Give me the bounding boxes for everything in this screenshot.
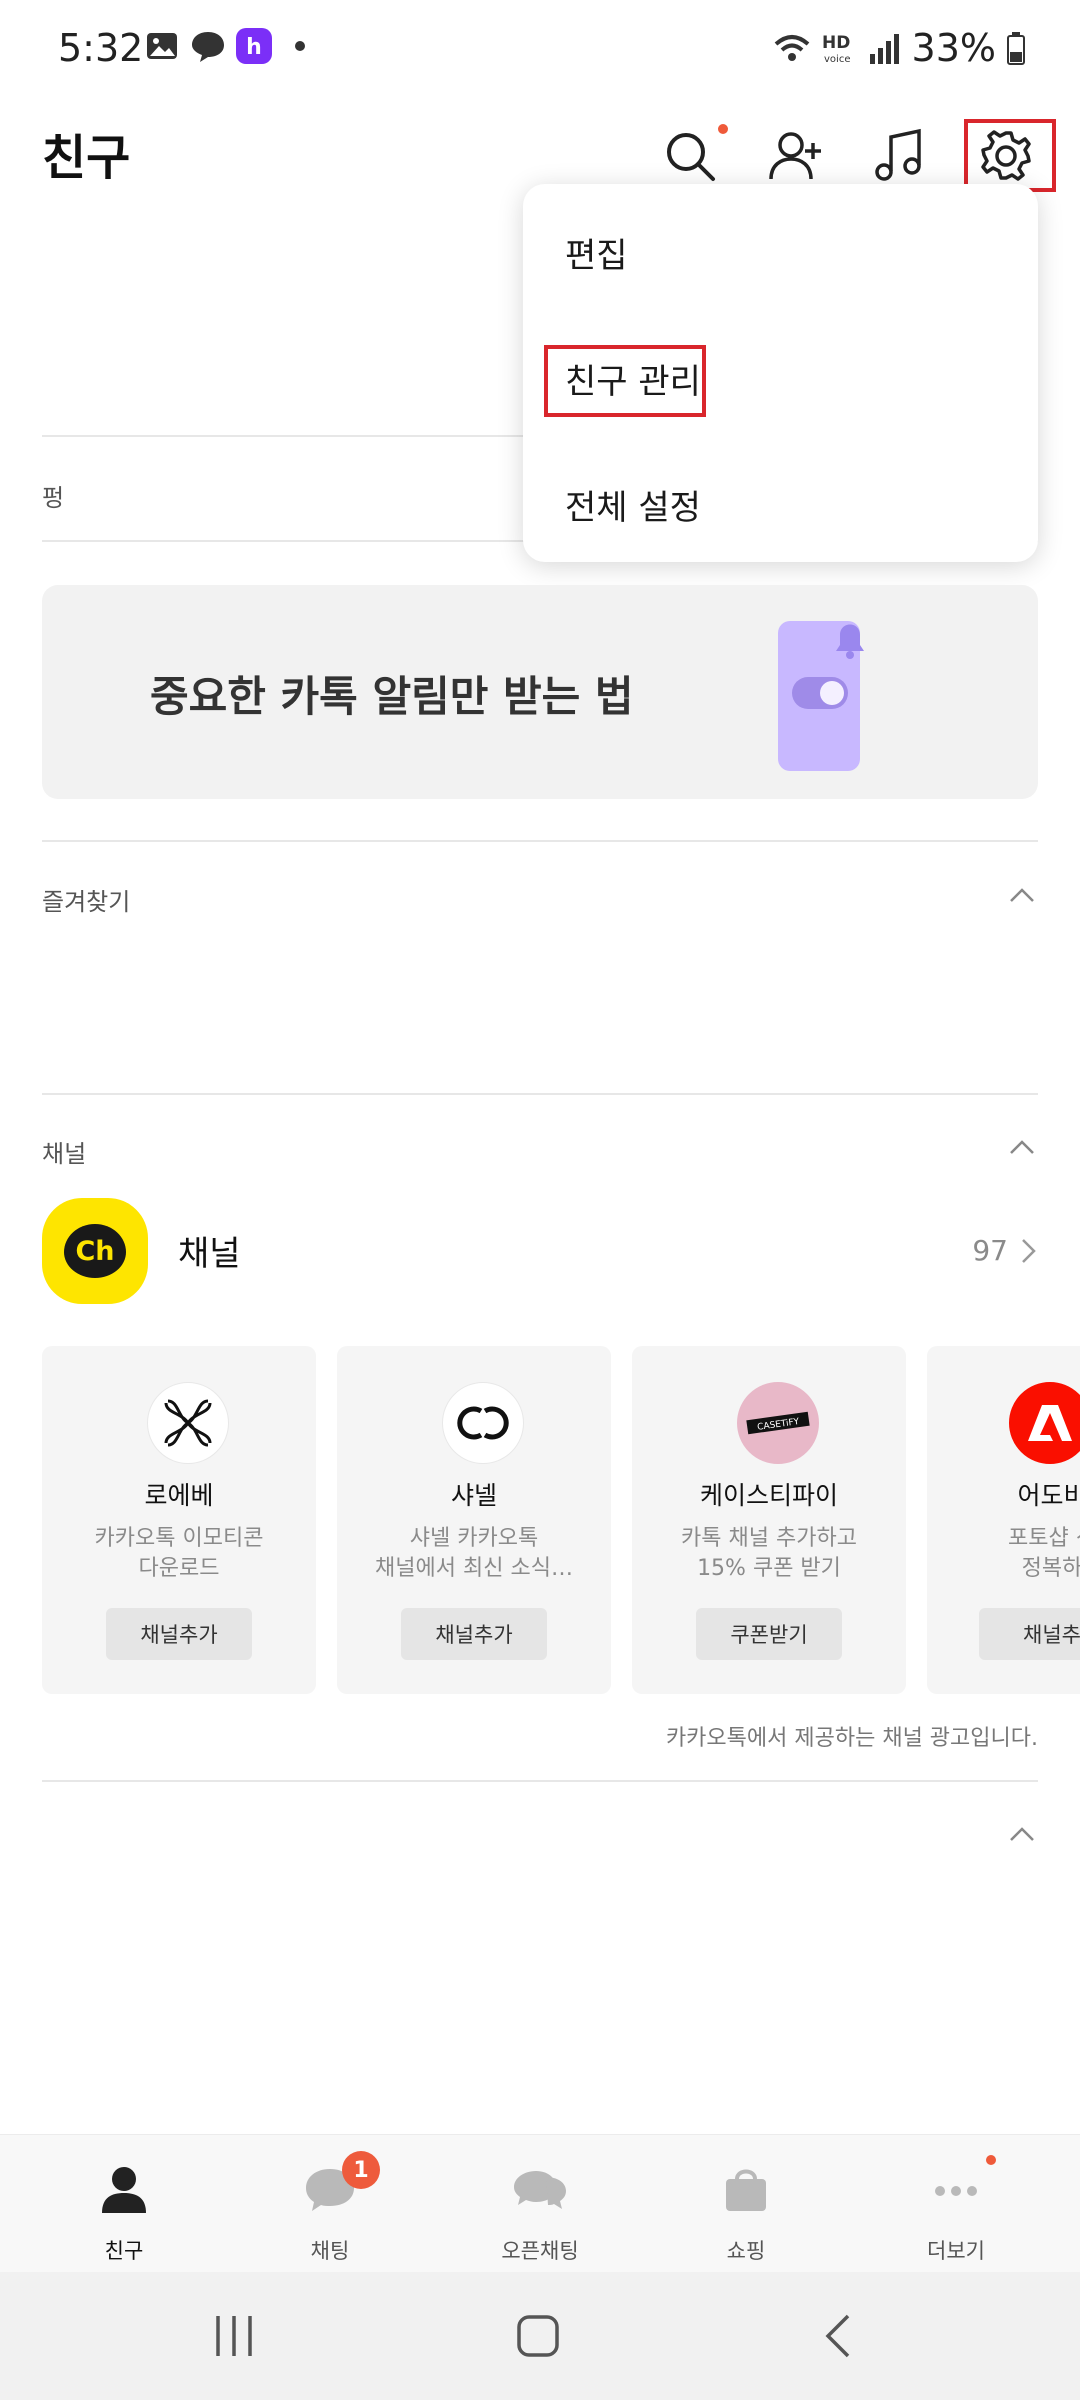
card-desc-line2: 채널에서 최신 소식…: [375, 1556, 573, 1581]
music-button[interactable]: [864, 120, 936, 192]
profile-section-label: 펑: [42, 484, 65, 512]
banner-text: 중요한 카톡 알림만 받는 법: [150, 672, 634, 721]
add-channel-button[interactable]: 채널추가: [106, 1608, 252, 1660]
settings-highlight-box: [964, 119, 1056, 192]
divider: [42, 840, 1038, 842]
chat-unread-badge: 1: [342, 2151, 380, 2189]
loewe-logo-icon: [147, 1382, 229, 1464]
notification-icons: h: [144, 28, 318, 64]
search-button[interactable]: [654, 120, 728, 192]
card-name: 어도비: [1017, 1481, 1080, 1510]
divider: [42, 1093, 1038, 1095]
add-channel-button[interactable]: 채널추: [979, 1608, 1080, 1660]
casetify-logo-icon: CASETiFY: [737, 1382, 819, 1464]
card-desc-line2: 정복하: [1021, 1556, 1080, 1581]
shopping-bag-icon: [726, 2169, 766, 2211]
channel-ad-note: 카카오톡에서 제공하는 채널 광고입니다.: [665, 1726, 1038, 1751]
channel-ad-cards: 로에베 카카오톡 이모티콘다운로드 채널추가 샤넬 샤넬 카카오톡채널에서 최신…: [42, 1346, 1080, 1696]
channel-card[interactable]: CASETiFY 케이스티파이 카톡 채널 추가하고 15% 쿠폰 받기 쿠폰받기: [632, 1346, 906, 1694]
card-name: 케이스티파이: [699, 1481, 838, 1510]
home-icon[interactable]: [508, 2310, 568, 2362]
promo-banner[interactable]: 중요한 카톡 알림만 받는 법: [42, 585, 1038, 799]
channel-chevron-right-icon[interactable]: [1020, 1237, 1038, 1265]
adobe-logo-icon: [1009, 1382, 1080, 1464]
wifi-icon: [774, 35, 809, 61]
tab-more[interactable]: 더보기: [876, 2151, 1036, 2271]
chanel-logo-icon: [442, 1382, 524, 1464]
tab-shopping[interactable]: 쇼핑: [666, 2151, 826, 2271]
channel-logo-text: Ch: [64, 1224, 126, 1278]
card-name: 로에베: [144, 1481, 214, 1510]
channel-logo[interactable]: Ch: [42, 1198, 148, 1304]
battery-icon: [1007, 32, 1025, 65]
card-desc-line2: 다운로드: [138, 1556, 220, 1581]
channels-collapse-chevron-icon[interactable]: [1009, 1139, 1035, 1155]
chat-app-icon: [192, 32, 224, 62]
more-notification-dot: [986, 2155, 996, 2165]
search-notification-dot: [718, 124, 728, 134]
battery-percent: 33%: [911, 26, 996, 70]
svg-text:h: h: [246, 35, 262, 60]
channels-section-label: 채널: [42, 1140, 87, 1168]
section-collapse-chevron-icon[interactable]: [1009, 1826, 1035, 1842]
page-title: 친구: [42, 130, 131, 186]
card-desc-line1: 카카오톡 이모티콘: [94, 1526, 264, 1551]
recent-apps-icon[interactable]: [204, 2310, 264, 2362]
tab-open-chat[interactable]: 오픈채팅: [460, 2151, 620, 2271]
card-description: 샤넬 카카오톡채널에서 최신 소식…: [353, 1524, 595, 1584]
person-icon: [102, 2167, 146, 2213]
tab-chats[interactable]: 1 채팅: [250, 2151, 410, 2271]
tab-label: 더보기: [927, 2239, 985, 2263]
menu-item-all-settings[interactable]: 전체 설정: [565, 480, 701, 529]
channel-card[interactable]: 로에베 카카오톡 이모티콘다운로드 채널추가: [42, 1346, 316, 1694]
tab-friends[interactable]: 친구: [44, 2151, 204, 2271]
tab-label: 쇼핑: [726, 2239, 766, 2263]
signal-icon: [869, 34, 899, 64]
back-icon[interactable]: [810, 2310, 870, 2362]
hello-app-icon: h: [236, 28, 272, 64]
svg-text:HD: HD: [822, 33, 850, 53]
hd-voice-icon: HDvoice: [822, 33, 850, 65]
status-right-group: HD voice 33%: [772, 26, 1026, 70]
manage-friends-highlight-box: [544, 345, 706, 417]
search-icon: [667, 133, 715, 181]
music-icon: [875, 128, 921, 181]
channel-card[interactable]: 어도비 포토샵 신정복하 채널추: [927, 1346, 1080, 1694]
status-time: 5:32: [58, 26, 144, 70]
gallery-icon: [147, 33, 177, 59]
add-channel-button[interactable]: 채널추가: [401, 1608, 547, 1660]
open-chat-icon: [514, 2171, 566, 2209]
tab-label: 오픈채팅: [501, 2239, 579, 2263]
more-dots-icon: [935, 2186, 977, 2196]
card-desc-line2: 15% 쿠폰 받기: [697, 1556, 841, 1581]
card-description: 카톡 채널 추가하고 15% 쿠폰 받기: [648, 1524, 890, 1584]
tab-label: 채팅: [310, 2239, 350, 2263]
system-navigation-bar: [0, 2272, 1080, 2400]
phone-toggle-illustration: [778, 621, 864, 771]
tab-label: 친구: [104, 2239, 144, 2263]
favorites-collapse-chevron-icon[interactable]: [1009, 887, 1035, 903]
svg-text:voice: voice: [824, 54, 850, 65]
channel-row-name[interactable]: 채널: [178, 1226, 241, 1275]
card-desc-line1: 카톡 채널 추가하고: [681, 1526, 857, 1551]
channel-card[interactable]: 샤넬 샤넬 카카오톡채널에서 최신 소식… 채널추가: [337, 1346, 611, 1694]
bottom-tab-bar: 친구 1 채팅 오픈채팅 쇼핑 더보기: [0, 2134, 1080, 2272]
card-desc-line1: 포토샵 신: [1008, 1526, 1080, 1551]
get-coupon-button[interactable]: 쿠폰받기: [696, 1608, 842, 1660]
card-desc-line1: 샤넬 카카오톡: [409, 1526, 539, 1551]
more-notifications-dot-icon: [295, 41, 305, 51]
add-friend-icon: [769, 132, 821, 180]
divider: [42, 1780, 1038, 1782]
card-description: 포토샵 신정복하: [931, 1524, 1080, 1584]
channel-count[interactable]: 97: [972, 1234, 1008, 1267]
favorites-section-label: 즐겨찾기: [42, 888, 131, 916]
add-friend-button[interactable]: [760, 120, 832, 192]
card-description: 카카오톡 이모티콘다운로드: [58, 1524, 300, 1584]
status-bar: 5:32 h HD voice 33%: [0, 0, 1080, 100]
card-name: 샤넬: [450, 1481, 497, 1510]
menu-item-edit[interactable]: 편집: [565, 228, 628, 277]
